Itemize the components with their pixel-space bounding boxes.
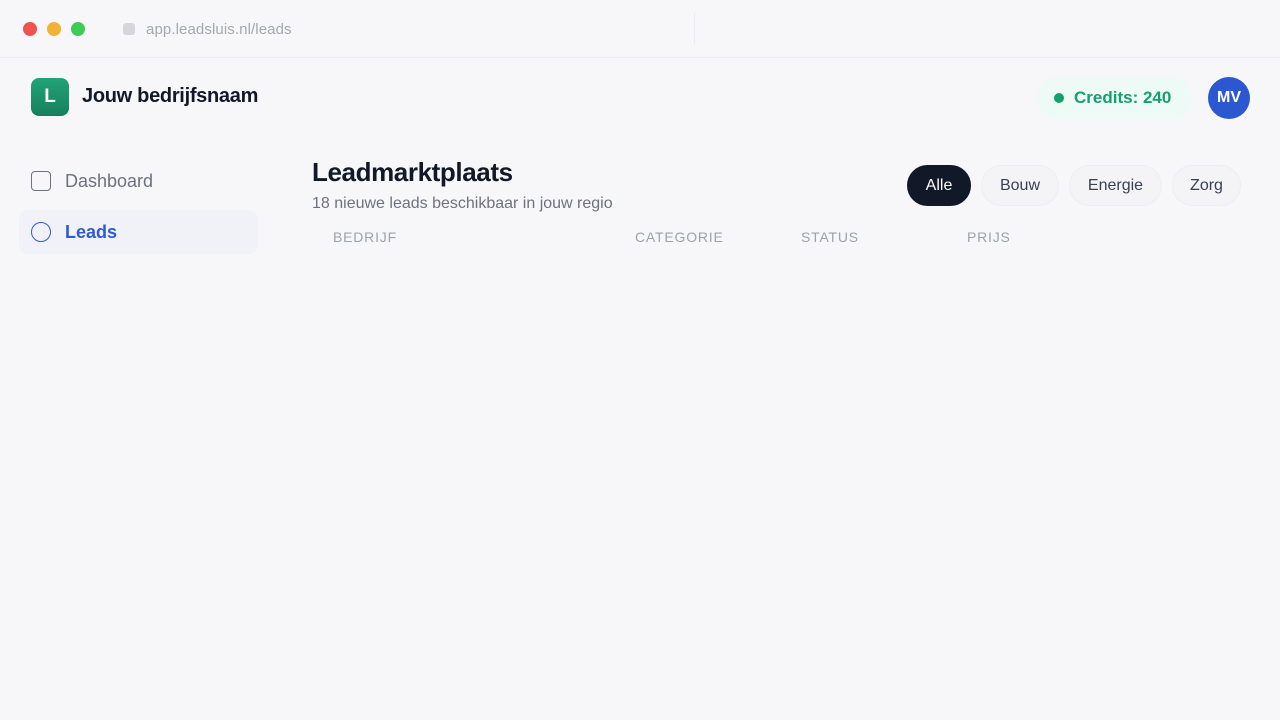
browser-chrome: app.leadsluis.nl/leads — [0, 0, 1280, 58]
column-header-prijs[interactable]: PRIJS — [967, 229, 1011, 245]
company-logo: L — [31, 78, 69, 116]
page-subtitle: 18 nieuwe leads beschikbaar in jouw regi… — [312, 195, 613, 212]
filter-bouw[interactable]: Bouw — [981, 165, 1059, 206]
filter-energie[interactable]: Energie — [1069, 165, 1162, 206]
avatar-initials: MV — [1217, 89, 1241, 106]
minimize-window-button[interactable] — [47, 22, 61, 36]
sidebar-item-label: Dashboard — [65, 170, 154, 191]
sidebar-item-dashboard[interactable]: Dashboard — [19, 159, 258, 203]
credits-label: Credits: 240 — [1074, 88, 1172, 107]
credits-badge[interactable]: Credits: 240 — [1037, 77, 1192, 119]
column-header-status[interactable]: STATUS — [801, 229, 859, 245]
user-avatar[interactable]: MV — [1208, 77, 1250, 119]
category-filters: Alle Bouw Energie Zorg — [907, 165, 1241, 206]
url-text: app.leadsluis.nl/leads — [146, 20, 292, 38]
circle-icon — [31, 222, 51, 242]
logo-letter: L — [44, 86, 56, 107]
column-header-categorie[interactable]: CATEGORIE — [635, 229, 724, 245]
square-icon — [31, 171, 51, 191]
app-window: app.leadsluis.nl/leads L Jouw bedrijfsna… — [0, 0, 1280, 720]
site-info-icon — [123, 23, 135, 35]
filter-alle[interactable]: Alle — [907, 165, 971, 206]
page-title: Leadmarktplaats — [312, 157, 513, 187]
company-name: Jouw bedrijfsnaam — [82, 85, 259, 107]
filter-zorg[interactable]: Zorg — [1172, 165, 1241, 206]
close-window-button[interactable] — [23, 22, 37, 36]
sidebar-item-label: Leads — [65, 221, 118, 242]
address-bar[interactable]: app.leadsluis.nl/leads — [107, 13, 695, 45]
status-dot-icon — [1054, 93, 1064, 103]
maximize-window-button[interactable] — [71, 22, 85, 36]
sidebar-item-leads[interactable]: Leads — [19, 210, 258, 254]
column-header-bedrijf[interactable]: BEDRIJF — [333, 229, 397, 245]
